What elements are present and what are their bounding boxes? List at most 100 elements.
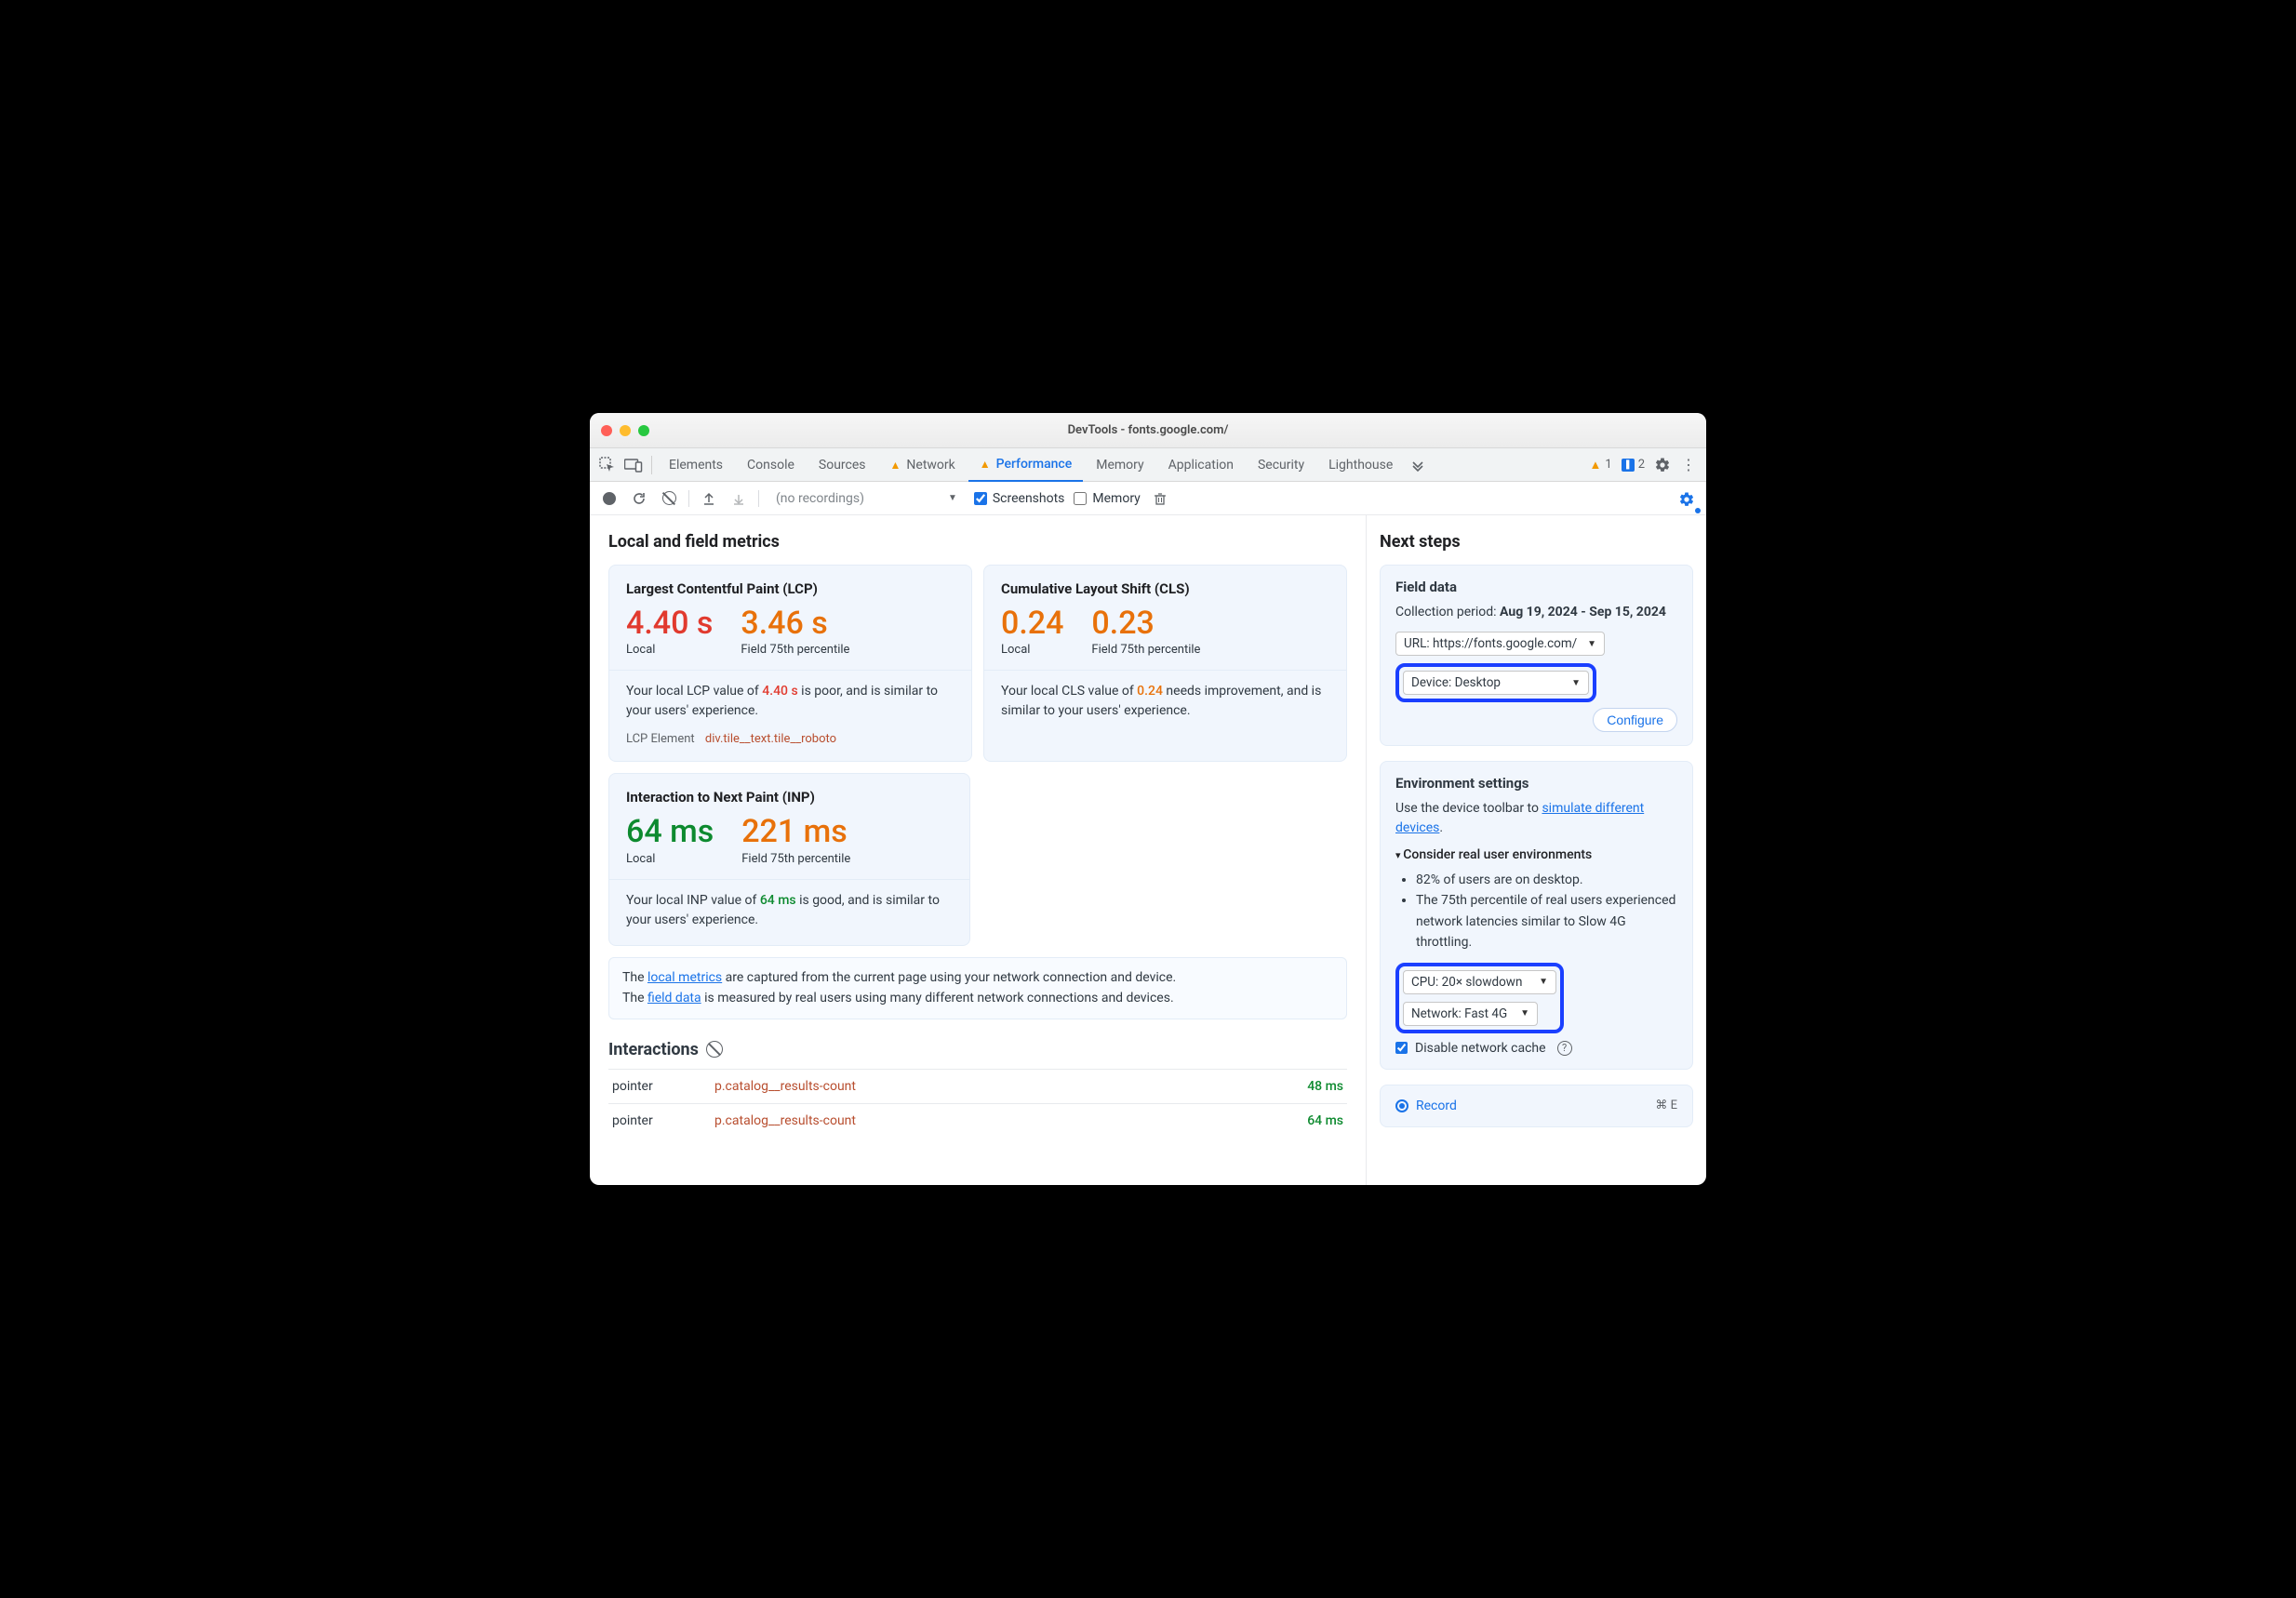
tab-network[interactable]: ▲Network <box>879 448 967 482</box>
toolbar-separator <box>688 490 689 507</box>
network-throttle-select[interactable]: Network: Fast 4G▼ <box>1403 1002 1538 1026</box>
minimize-window-button[interactable] <box>620 425 631 436</box>
next-steps-heading: Next steps <box>1380 532 1693 552</box>
disable-cache-label: Disable network cache <box>1415 1041 1546 1056</box>
traffic-lights <box>601 425 649 436</box>
lcp-field-value: 3.46 s <box>741 606 849 641</box>
device-select-highlight: Device: Desktop▼ <box>1395 663 1596 702</box>
screenshots-checkbox-input[interactable] <box>974 492 987 505</box>
throttling-highlight: CPU: 20× slowdown▼ Network: Fast 4G▼ <box>1395 963 1564 1033</box>
interaction-kind: pointer <box>608 1103 711 1138</box>
screenshots-checkbox[interactable]: Screenshots <box>974 491 1065 506</box>
environment-hint: Use the device toolbar to simulate diffe… <box>1395 799 1677 838</box>
field-data-title: Field data <box>1395 579 1677 595</box>
zoom-window-button[interactable] <box>638 425 649 436</box>
tab-lighthouse[interactable]: Lighthouse <box>1317 448 1404 482</box>
tab-memory[interactable]: Memory <box>1085 448 1155 482</box>
field-data-link[interactable]: field data <box>647 991 701 1005</box>
tab-application[interactable]: Application <box>1157 448 1245 482</box>
memory-checkbox-input[interactable] <box>1074 492 1087 505</box>
interaction-row[interactable]: pointerp.catalog__results-count64 ms <box>608 1103 1347 1138</box>
device-select[interactable]: Device: Desktop▼ <box>1403 671 1589 695</box>
tab-performance[interactable]: ▲ Performance <box>968 448 1083 482</box>
tab-label: Console <box>747 458 794 473</box>
side-panel: Next steps Field data Collection period:… <box>1367 515 1706 1185</box>
toolbar-separator-2 <box>758 490 759 507</box>
lcp-field-label: Field 75th percentile <box>741 643 849 657</box>
devtools-window: DevTools - fonts.google.com/ Elements Con… <box>590 413 1706 1185</box>
cls-field-label: Field 75th percentile <box>1091 643 1200 657</box>
issues-indicator[interactable]: ❚2 <box>1618 458 1649 472</box>
main-panel: Local and field metrics Largest Contentf… <box>590 515 1367 1185</box>
cpu-throttle-label: CPU: 20× slowdown <box>1411 975 1522 990</box>
interaction-selector: p.catalog__results-count <box>711 1103 1273 1138</box>
capture-settings-gear-icon[interactable] <box>1675 487 1699 512</box>
cls-local-label: Local <box>1001 643 1063 657</box>
cpu-throttle-select[interactable]: CPU: 20× slowdown▼ <box>1403 970 1556 994</box>
tab-console[interactable]: Console <box>736 448 806 482</box>
lcp-local-value: 4.40 s <box>626 606 713 641</box>
close-window-button[interactable] <box>601 425 612 436</box>
record-link[interactable]: Record <box>1395 1099 1457 1113</box>
download-button[interactable] <box>728 488 749 509</box>
cls-title: Cumulative Layout Shift (CLS) <box>1001 580 1329 597</box>
lcp-element-row[interactable]: LCP Element div.tile__text.tile__roboto <box>626 732 954 746</box>
configure-button[interactable]: Configure <box>1593 708 1677 732</box>
warnings-indicator[interactable]: ▲1 <box>1586 458 1616 473</box>
cls-card: Cumulative Layout Shift (CLS) 0.24 Local… <box>983 565 1347 762</box>
reload-record-button[interactable] <box>629 488 649 509</box>
inp-field-value: 221 ms <box>741 815 850 849</box>
interaction-duration: 64 ms <box>1273 1103 1347 1138</box>
upload-button[interactable] <box>699 488 719 509</box>
field-data-panel: Field data Collection period: Aug 19, 20… <box>1380 565 1693 746</box>
screenshots-label: Screenshots <box>993 491 1065 506</box>
content-area: Local and field metrics Largest Contentf… <box>590 515 1706 1185</box>
settings-gear-icon[interactable] <box>1650 453 1675 477</box>
record-panel: Record ⌘ E <box>1380 1085 1693 1127</box>
interactions-heading: Interactions <box>608 1040 1347 1059</box>
more-tabs-button[interactable] <box>1406 453 1430 477</box>
more-menu-icon[interactable]: ⋮ <box>1676 453 1701 477</box>
record-button[interactable] <box>599 488 620 509</box>
local-metrics-link[interactable]: local metrics <box>647 970 722 985</box>
interaction-selector: p.catalog__results-count <box>711 1069 1273 1103</box>
device-toolbar-icon[interactable] <box>621 453 646 477</box>
record-shortcut: ⌘ E <box>1655 1099 1677 1112</box>
tab-label: Performance <box>996 457 1073 472</box>
garbage-collect-icon[interactable] <box>1150 488 1170 509</box>
url-select[interactable]: URL: https://fonts.google.com/▼ <box>1395 632 1605 656</box>
memory-checkbox[interactable]: Memory <box>1074 491 1140 506</box>
disable-cache-input[interactable] <box>1395 1042 1408 1054</box>
tab-security[interactable]: Security <box>1247 448 1315 482</box>
tab-label: Sources <box>819 458 866 473</box>
inp-field-label: Field 75th percentile <box>741 852 850 866</box>
tab-label: Lighthouse <box>1328 458 1393 473</box>
interaction-row[interactable]: pointerp.catalog__results-count48 ms <box>608 1069 1347 1103</box>
device-select-label: Device: Desktop <box>1411 675 1501 690</box>
consider-environments-disclosure[interactable]: Consider real user environments <box>1395 847 1677 862</box>
recordings-select-label: (no recordings) <box>776 491 864 506</box>
tab-elements[interactable]: Elements <box>658 448 734 482</box>
help-icon[interactable]: ? <box>1557 1041 1572 1056</box>
tabbar-separator <box>651 456 652 474</box>
inspect-element-icon[interactable] <box>595 453 620 477</box>
environment-bullet: The 75th percentile of real users experi… <box>1416 890 1677 952</box>
warning-icon: ▲ <box>980 458 991 471</box>
record-label: Record <box>1416 1099 1457 1113</box>
inp-local-label: Local <box>626 852 714 866</box>
inp-card: Interaction to Next Paint (INP) 64 ms Lo… <box>608 773 970 945</box>
recordings-select[interactable]: (no recordings) ▼ <box>768 491 965 506</box>
panel-tabbar: ElementsConsoleSources▲Network▲Performan… <box>590 448 1706 482</box>
inp-local-value: 64 ms <box>626 815 714 849</box>
clear-interactions-icon[interactable] <box>706 1041 723 1058</box>
window-title: DevTools - fonts.google.com/ <box>590 423 1706 437</box>
network-throttle-label: Network: Fast 4G <box>1411 1006 1507 1021</box>
cls-description: Your local CLS value of 0.24 needs impro… <box>1001 682 1329 721</box>
clear-button[interactable] <box>659 488 679 509</box>
tab-label: Security <box>1258 458 1304 473</box>
environment-bullet: 82% of users are on desktop. <box>1416 870 1677 890</box>
warning-icon: ▲ <box>890 459 901 472</box>
disable-cache-checkbox[interactable]: Disable network cache ? <box>1395 1041 1677 1056</box>
cls-local-value: 0.24 <box>1001 606 1063 641</box>
tab-sources[interactable]: Sources <box>808 448 877 482</box>
